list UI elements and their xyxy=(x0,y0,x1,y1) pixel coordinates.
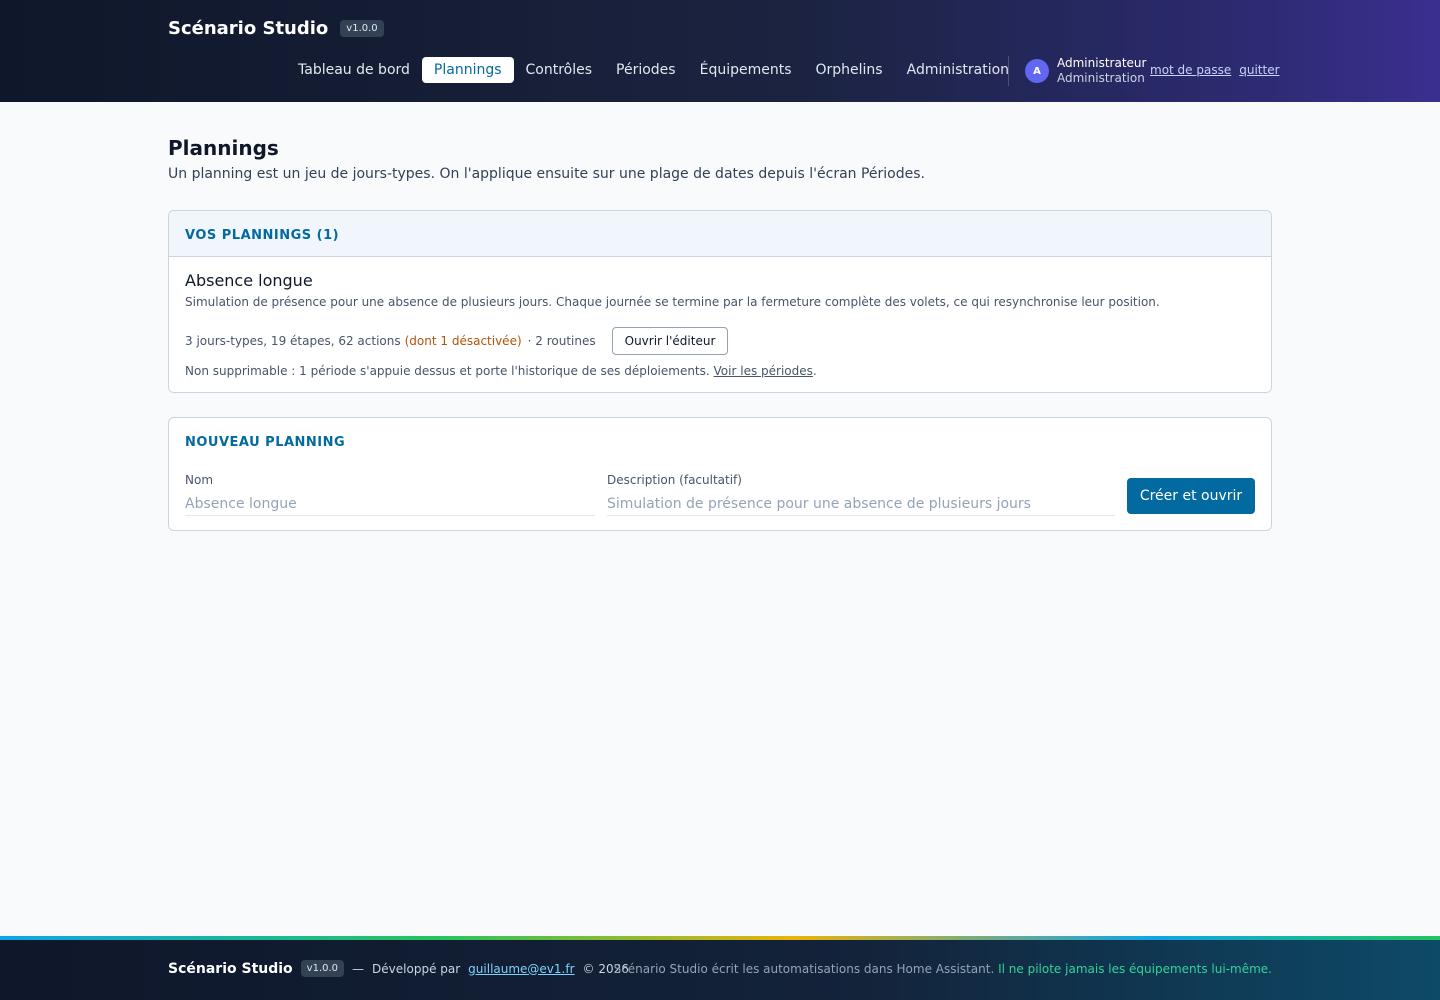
plan-name: Absence longue xyxy=(185,271,313,290)
page-title: Plannings xyxy=(168,136,279,160)
plan-note: Non supprimable : 1 période s'appuie des… xyxy=(185,364,817,378)
plan-routines: · 2 routines xyxy=(527,334,596,348)
user-role: Administration xyxy=(1057,71,1145,85)
avatar: A xyxy=(1025,59,1049,83)
brand-title[interactable]: Scénario Studio xyxy=(168,18,328,39)
plan-stats: 3 jours-types, 19 étapes, 62 actions (do… xyxy=(185,327,729,355)
plans-card-header: VOS PLANNINGS (1) xyxy=(169,211,1271,257)
nav-equipements[interactable]: Équipements xyxy=(688,57,804,83)
footer-left: Scénario Studio v1.0.0 — Développé par g… xyxy=(168,960,629,977)
description-input[interactable] xyxy=(607,492,1115,516)
name-label: Nom xyxy=(185,473,214,487)
nav-tableau-de-bord[interactable]: Tableau de bord xyxy=(286,57,422,83)
user-name: Administrateur xyxy=(1057,56,1147,70)
footer-right-text: Scénario Studio écrit les automatisation… xyxy=(613,962,995,976)
footer-dash: — xyxy=(352,961,365,976)
nav-periodes[interactable]: Périodes xyxy=(604,57,688,83)
plan-note-text: Non supprimable : 1 période s'appuie des… xyxy=(185,364,710,378)
new-plan-card: NOUVEAU PLANNING Nom Description (facult… xyxy=(168,417,1272,531)
nav-plannings[interactable]: Plannings xyxy=(421,57,514,83)
view-periods-link[interactable]: Voir les périodes xyxy=(714,364,813,378)
plan-stats-text: 3 jours-types, 19 étapes, 62 actions xyxy=(185,334,401,348)
version-badge: v1.0.0 xyxy=(340,20,384,37)
nav-administration[interactable]: Administration xyxy=(895,57,1021,83)
create-and-open-button[interactable]: Créer et ouvrir xyxy=(1127,478,1255,514)
nav-controles[interactable]: Contrôles xyxy=(514,57,605,83)
plans-card: VOS PLANNINGS (1) Absence longue Simulat… xyxy=(168,210,1272,393)
top-header: Scénario Studio v1.0.0 Tableau de bord P… xyxy=(0,0,1440,102)
new-plan-heading: NOUVEAU PLANNING xyxy=(185,435,346,450)
logout-link[interactable]: quitter xyxy=(1239,63,1279,77)
footer-right: Scénario Studio écrit les automatisation… xyxy=(614,962,1272,976)
footer-email-link[interactable]: guillaume@ev1.fr xyxy=(468,962,574,976)
plan-description: Simulation de présence pour une absence … xyxy=(185,295,1160,309)
user-links: mot de passe quitter xyxy=(1150,63,1280,77)
nav-orphelins[interactable]: Orphelins xyxy=(804,57,895,83)
name-input[interactable] xyxy=(185,492,595,516)
user-menu: A Administrateur Administration xyxy=(1025,56,1146,86)
footer-brand: Scénario Studio xyxy=(168,960,293,977)
user-info: Administrateur Administration xyxy=(1057,56,1146,86)
footer: Scénario Studio v1.0.0 — Développé par g… xyxy=(0,940,1440,1000)
footer-version-badge: v1.0.0 xyxy=(300,960,345,977)
open-editor-button[interactable]: Ouvrir l'éditeur xyxy=(611,327,729,355)
plan-note-end: . xyxy=(812,364,817,378)
footer-dev-text: Développé par xyxy=(372,961,461,976)
main-nav: Tableau de bord Plannings Contrôles Péri… xyxy=(286,57,1021,83)
password-link[interactable]: mot de passe xyxy=(1150,63,1231,77)
plan-disabled-warning: (dont 1 désactivée) xyxy=(404,334,522,348)
plans-card-heading: VOS PLANNINGS (1) xyxy=(185,228,340,243)
page-subtitle: Un planning est un jeu de jours-types. O… xyxy=(168,166,925,182)
footer-right-highlight: Il ne pilote jamais les équipements lui-… xyxy=(998,962,1272,976)
brand: Scénario Studio v1.0.0 xyxy=(168,18,384,39)
nav-divider xyxy=(1008,56,1009,86)
description-label: Description (facultatif) xyxy=(607,473,742,487)
